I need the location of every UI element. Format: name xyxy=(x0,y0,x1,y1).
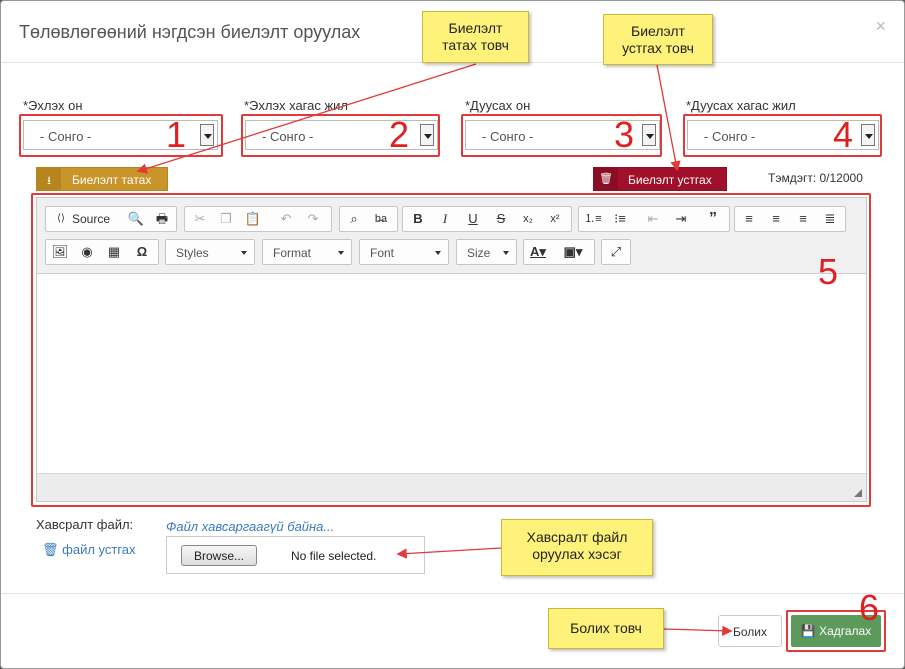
trash-icon: 🗑 xyxy=(594,168,618,190)
toolbar-group-colors: A▾ ▣▾ xyxy=(523,239,595,265)
bold-icon[interactable]: B xyxy=(408,210,428,228)
maximize-icon[interactable]: ⤢ xyxy=(606,243,626,261)
numbered-list-icon[interactable]: ⒈≡ xyxy=(583,210,603,228)
end-half-value: - Сонго - xyxy=(704,129,756,144)
callout-cancel: Болих товч xyxy=(548,608,664,649)
annotation-number-3: 3 xyxy=(614,114,635,155)
start-half-select[interactable]: - Сонго - xyxy=(245,120,438,150)
browse-button[interactable]: Browse... xyxy=(181,545,257,566)
callout-download: Биелэлт татах товч xyxy=(422,11,529,63)
toolbar-group-insert: 🖼 ◉ ▦ Ω xyxy=(45,239,159,265)
modal-dialog: Төлөвлөгөөний нэгдсэн биелэлт оруулах × … xyxy=(0,0,905,669)
toolbar-group-find: ⌕ b̶a xyxy=(339,206,398,232)
annotation-number-1: 1 xyxy=(166,114,187,155)
annotation-number-2: 2 xyxy=(389,114,410,155)
outdent-icon[interactable]: ⇤ xyxy=(643,210,663,228)
start-half-value: - Сонго - xyxy=(262,129,314,144)
resize-handle-icon[interactable] xyxy=(854,489,862,497)
file-upload-area: Browse... No file selected. xyxy=(166,536,425,574)
undo-icon[interactable]: ↶ xyxy=(276,210,296,228)
redo-icon[interactable]: ↷ xyxy=(303,210,323,228)
modal-title: Төлөвлөгөөний нэгдсэн биелэлт оруулах xyxy=(19,22,361,42)
editor-footer xyxy=(37,473,866,501)
attachment-status: Файл хавсаргаагүй байна... xyxy=(166,519,335,534)
font-dropdown[interactable]: Font xyxy=(359,239,449,265)
source-button[interactable]: Source xyxy=(72,212,110,226)
align-justify-icon[interactable]: ≣ xyxy=(820,210,840,228)
callout-attach: Хавсралт файл оруулах хэсэг xyxy=(501,519,653,576)
bulleted-list-icon[interactable]: ⁝≡ xyxy=(610,210,630,228)
print-icon[interactable]: 🖶 xyxy=(152,210,172,228)
annotation-number-5: 5 xyxy=(818,251,839,292)
toolbar-group-paragraph: ⒈≡ ⁝≡ ⇤ ⇥ ” xyxy=(578,206,730,232)
size-dropdown[interactable]: Size xyxy=(456,239,517,265)
flash-icon[interactable]: ◉ xyxy=(77,243,97,261)
remove-attachment-link[interactable]: 🗑 файл устгах xyxy=(42,542,136,558)
align-right-icon[interactable]: ≡ xyxy=(793,210,813,228)
delete-report-button[interactable]: 🗑 Биелэлт устгах xyxy=(593,167,727,191)
start-half-label: *Эхлэх хагас жил xyxy=(244,98,349,113)
editor-toolbar: ⟨⟩ Source 🔍 🖶 ✂ ❐ 📋 ↶ ↷ ⌕ b̶a B I U S x₂… xyxy=(37,198,866,274)
annotation-number-4: 4 xyxy=(833,114,854,155)
indent-icon[interactable]: ⇥ xyxy=(671,210,691,228)
table-icon[interactable]: ▦ xyxy=(104,243,124,261)
close-icon[interactable]: × xyxy=(875,16,886,37)
no-file-text: No file selected. xyxy=(291,549,377,563)
replace-icon[interactable]: b̶a xyxy=(371,210,391,228)
source-icon: ⟨⟩ xyxy=(57,213,65,224)
special-char-icon[interactable]: Ω xyxy=(132,243,152,261)
text-color-icon[interactable]: A▾ xyxy=(528,243,548,261)
chevron-down-icon xyxy=(420,124,434,146)
format-dropdown[interactable]: Format xyxy=(262,239,352,265)
footer-divider xyxy=(1,593,904,594)
underline-icon[interactable]: U xyxy=(463,210,483,228)
download-report-label: Биелэлт татах xyxy=(72,173,152,187)
floppy-disk-icon: 💾 xyxy=(800,624,816,638)
toolbar-group-clipboard: ✂ ❐ 📋 ↶ ↷ xyxy=(184,206,332,232)
start-year-select[interactable]: - Сонго - xyxy=(23,120,218,150)
end-year-label: *Дуусах он xyxy=(465,98,531,113)
styles-dropdown[interactable]: Styles xyxy=(165,239,255,265)
toolbar-group-basicstyles: B I U S x₂ x² xyxy=(402,206,572,232)
toolbar-group-document: ⟨⟩ Source 🔍 🖶 xyxy=(45,206,177,232)
subscript-icon[interactable]: x₂ xyxy=(518,210,538,228)
cancel-button[interactable]: Болих xyxy=(718,615,782,647)
italic-icon[interactable]: I xyxy=(435,210,455,228)
preview-icon[interactable]: 🔍 xyxy=(126,210,146,228)
image-icon[interactable]: 🖼 xyxy=(50,243,70,261)
end-half-label: *Дуусах хагас жил xyxy=(686,98,796,113)
delete-report-label: Биелэлт устгах xyxy=(628,173,712,187)
toolbar-group-align: ≡ ≡ ≡ ≣ xyxy=(734,206,846,232)
chevron-down-icon xyxy=(200,124,214,146)
annotation-number-6: 6 xyxy=(859,587,880,628)
strikethrough-icon[interactable]: S xyxy=(491,210,511,228)
chevron-down-icon xyxy=(861,124,875,146)
blockquote-icon[interactable]: ” xyxy=(703,210,723,228)
attachment-label: Хавсралт файл: xyxy=(36,517,134,532)
superscript-icon[interactable]: x² xyxy=(545,210,565,228)
editor-content-area[interactable] xyxy=(37,275,866,474)
start-year-label: *Эхлэх он xyxy=(23,98,83,113)
trash-icon: 🗑 xyxy=(42,542,59,557)
cut-icon[interactable]: ✂ xyxy=(190,210,210,228)
chevron-down-icon xyxy=(642,124,656,146)
find-icon[interactable]: ⌕ xyxy=(344,210,364,228)
download-report-button[interactable]: ⭳ Биелэлт татах xyxy=(36,167,168,191)
remove-attachment-label: файл устгах xyxy=(62,542,136,557)
rich-text-editor: ⟨⟩ Source 🔍 🖶 ✂ ❐ 📋 ↶ ↷ ⌕ b̶a B I U S x₂… xyxy=(36,197,867,502)
align-left-icon[interactable]: ≡ xyxy=(739,210,759,228)
paste-icon[interactable]: 📋 xyxy=(243,210,263,228)
end-year-value: - Сонго - xyxy=(482,129,534,144)
start-year-value: - Сонго - xyxy=(40,129,92,144)
background-color-icon[interactable]: ▣▾ xyxy=(563,243,583,261)
copy-icon[interactable]: ❐ xyxy=(216,210,236,228)
download-icon: ⭳ xyxy=(37,168,61,190)
toolbar-group-tools: ⤢ xyxy=(601,239,631,265)
align-center-icon[interactable]: ≡ xyxy=(766,210,786,228)
character-counter: Тэмдэгт: 0/12000 xyxy=(768,171,863,185)
callout-delete: Биелэлт устгах товч xyxy=(603,14,713,65)
